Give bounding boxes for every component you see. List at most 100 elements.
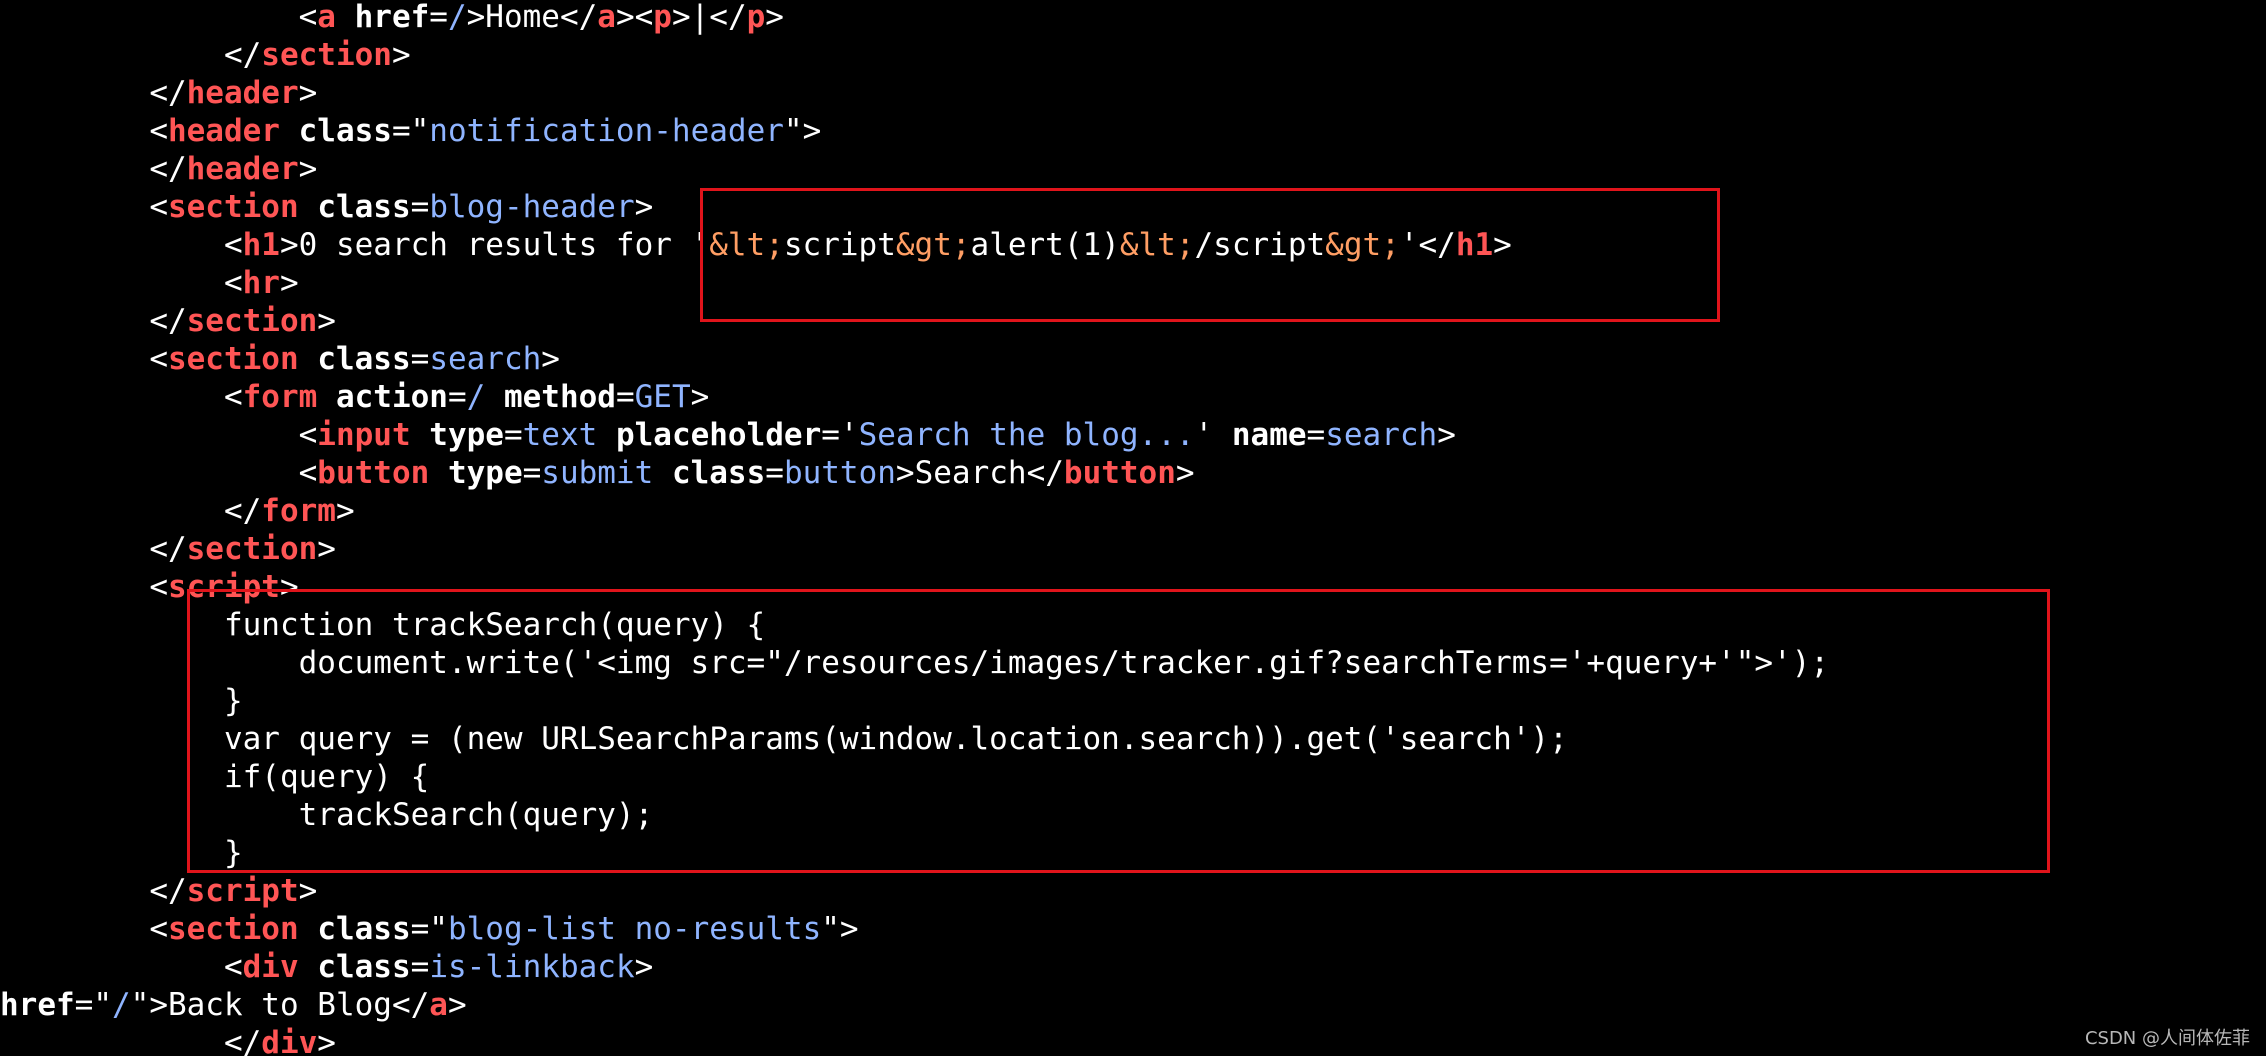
code-text: <: [149, 189, 168, 225]
attribute-name: type: [429, 417, 504, 453]
code-text: =": [391, 113, 430, 149]
tag-name: h1: [242, 227, 280, 263]
code-text: </: [149, 75, 187, 111]
code-text: <: [298, 0, 318, 35]
code-line: <input type=text placeholder='Search the…: [0, 416, 1456, 454]
attribute-name: placeholder: [615, 417, 822, 453]
attribute-value: blog-list no-results: [447, 911, 822, 947]
tag-name: section: [167, 189, 299, 225]
attribute-value: submit: [541, 455, 654, 491]
code-text: </: [223, 37, 262, 73]
code-line: href="/">Back to Blog</a>: [0, 986, 467, 1024]
tag-name: p: [746, 0, 766, 35]
highlight-box-h1: [700, 188, 1720, 322]
tag-name: section: [167, 911, 299, 947]
code-line: </header>: [0, 150, 317, 188]
attribute-name: class: [317, 949, 411, 985]
attribute-name: type: [447, 455, 523, 491]
code-line: </section>: [0, 302, 336, 340]
attribute-value: search: [429, 341, 542, 377]
code-line: <section class=search>: [0, 340, 560, 378]
code-line: </section>: [0, 530, 336, 568]
code-line: <div class=is-linkback>: [0, 948, 653, 986]
code-text: <: [298, 417, 318, 453]
tag-name: input: [317, 417, 411, 453]
code-text: =: [503, 417, 523, 453]
code-text: <: [149, 341, 168, 377]
code-line: <section class="blog-list no-results">: [0, 910, 858, 948]
attribute-name: class: [671, 455, 766, 491]
code-text: <: [149, 911, 168, 947]
code-text: <: [223, 265, 243, 301]
attribute-name: method: [503, 379, 616, 415]
tag-name: section: [261, 37, 392, 73]
code-text: </: [149, 873, 187, 909]
code-text: ">Back to Blog</: [130, 987, 430, 1023]
code-text: ><: [615, 0, 654, 35]
code-text: >|</: [671, 0, 747, 35]
tag-name: hr: [242, 265, 280, 301]
code-text: >: [317, 531, 336, 567]
code-text: >: [335, 493, 355, 529]
code-text: ': [1194, 417, 1232, 453]
attribute-name: class: [317, 911, 411, 947]
tag-name: header: [186, 75, 299, 111]
code-text: >: [298, 151, 318, 187]
tag-name: a: [317, 0, 336, 35]
code-text: =: [1306, 417, 1326, 453]
code-line: <header class="notification-header">: [0, 112, 821, 150]
tag-name: a: [597, 0, 616, 35]
code-text: =: [765, 455, 784, 491]
code-text: >: [634, 949, 654, 985]
code-text: =: [447, 379, 467, 415]
code-text: <: [149, 569, 168, 605]
attribute-name: href: [0, 987, 75, 1023]
code-text: >0 search results for ': [279, 227, 710, 263]
tag-name: header: [186, 151, 299, 187]
source-viewer: <a href=/>Home</a><p>|</p> </section> </…: [0, 0, 2266, 1056]
tag-name: script: [186, 873, 299, 909]
code-text: =": [410, 911, 448, 947]
attribute-value: /: [447, 0, 467, 35]
code-text: </: [223, 1025, 262, 1056]
attribute-value: search: [1325, 417, 1438, 453]
attribute-value: GET: [634, 379, 691, 415]
code-text: =: [410, 341, 430, 377]
code-text: <: [223, 227, 243, 263]
attribute-value: notification-header: [429, 113, 784, 149]
code-text: >Search</: [895, 455, 1064, 491]
code-text: >: [447, 987, 467, 1023]
code-text: >: [279, 265, 299, 301]
attribute-value: /: [466, 379, 486, 415]
tag-name: div: [261, 1025, 318, 1056]
attribute-name: class: [317, 341, 411, 377]
code-text: ">: [783, 113, 822, 149]
attribute-value: text: [522, 417, 598, 453]
code-text: >: [391, 37, 411, 73]
attribute-value: Search the blog...: [858, 417, 1195, 453]
code-text: =: [522, 455, 542, 491]
code-text: >: [541, 341, 560, 377]
tag-name: section: [186, 303, 318, 339]
code-text: <: [223, 949, 243, 985]
tag-name: a: [429, 987, 448, 1023]
code-text: </: [149, 151, 187, 187]
code-line: </script>: [0, 872, 317, 910]
code-text: >Home</: [466, 0, 598, 35]
attribute-name: action: [335, 379, 448, 415]
tag-name: div: [242, 949, 299, 985]
code-text: =: [410, 949, 430, 985]
